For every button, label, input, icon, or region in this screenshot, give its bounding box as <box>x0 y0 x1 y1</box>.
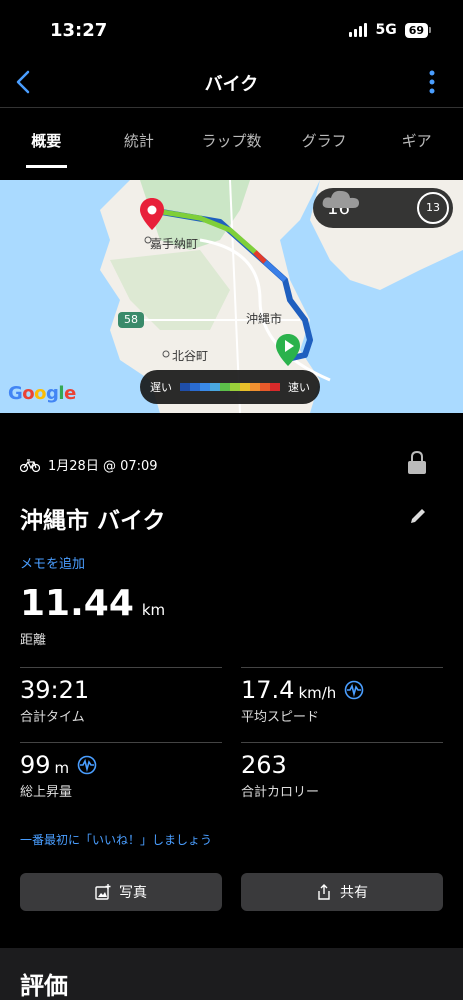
legend-fast-label: 速い <box>288 381 310 394</box>
legend-slow-label: 遅い <box>150 381 172 394</box>
network-type: 5G <box>375 22 397 38</box>
share-icon <box>318 884 330 900</box>
rating-title: 評価 <box>20 972 68 1000</box>
total-ascent-unit: m <box>54 759 70 777</box>
tab-graph[interactable]: グラフ <box>278 110 371 178</box>
weather-badge: 16° 13 <box>313 188 453 228</box>
end-marker-icon <box>140 198 164 230</box>
tab-overview[interactable]: 概要 <box>0 110 93 178</box>
total-time-value: 39:21 <box>20 676 90 704</box>
wind-speed: 13 <box>417 192 449 224</box>
calories-label: 合計カロリー <box>241 785 320 800</box>
status-bar: 13:27 5G 69 <box>0 0 463 60</box>
map-label-kadena: 嘉手納町 <box>150 237 199 251</box>
rating-section: 評価 <box>0 948 463 1000</box>
total-time-label: 合計タイム <box>20 710 85 725</box>
activity-summary: 1月28日 @ 07:09 沖縄市 バイク メモを追加 11.44 km 距離 … <box>0 413 463 948</box>
status-time: 13:27 <box>50 20 108 41</box>
distance-label: 距離 <box>20 633 47 648</box>
calories-value: 263 <box>241 751 287 779</box>
speed-chart-icon[interactable] <box>344 680 364 700</box>
tab-stats[interactable]: 統計 <box>93 110 186 178</box>
avg-speed-unit: km/h <box>298 684 337 702</box>
route-58-label: 58 <box>124 313 138 326</box>
stat-avg-speed: 17.4 km/h 平均スピード <box>241 667 443 725</box>
add-photo-icon <box>95 884 111 900</box>
route-map[interactable]: 嘉手納町 沖縄市 北谷町 58 16° 13 Google 遅い 速い <box>0 180 463 413</box>
tab-gear[interactable]: ギア <box>370 110 463 178</box>
google-logo: Google <box>8 383 76 404</box>
distance-value-row: 11.44 km <box>20 583 165 624</box>
map-label-okinawa: 沖縄市 <box>246 312 283 326</box>
status-indicators: 5G 69 <box>349 22 431 38</box>
tab-bar: 概要 統計 ラップ数 グラフ ギア <box>0 110 463 178</box>
page-title: バイク <box>204 74 259 95</box>
distance-value: 11.44 <box>20 583 134 624</box>
nav-bar: バイク <box>0 60 463 108</box>
bike-icon <box>20 458 40 472</box>
map-label-chatan: 北谷町 <box>172 349 209 363</box>
add-photo-label: 写真 <box>119 885 147 901</box>
start-marker-icon <box>276 334 300 366</box>
add-note-link[interactable]: メモを追加 <box>20 553 85 572</box>
total-ascent-label: 総上昇量 <box>20 785 73 800</box>
share-button[interactable]: 共有 <box>241 873 443 911</box>
speed-gradient <box>180 383 280 391</box>
stat-total-time: 39:21 合計タイム <box>20 667 222 725</box>
more-options-icon[interactable] <box>429 70 435 94</box>
battery-level: 69 <box>404 22 428 38</box>
add-photo-button[interactable]: 写真 <box>20 873 222 911</box>
like-prompt-link[interactable]: 一番最初に「いいね！」しましょう <box>20 831 212 848</box>
signal-icon <box>349 23 368 37</box>
cloud-icon <box>322 190 359 208</box>
lock-icon[interactable] <box>407 451 427 475</box>
activity-date: 1月28日 @ 07:09 <box>48 459 158 474</box>
avg-speed-value: 17.4 <box>241 676 295 704</box>
edit-icon[interactable] <box>409 507 427 525</box>
avg-speed-label: 平均スピード <box>241 710 320 725</box>
stat-total-calories: 263 合計カロリー <box>241 742 443 800</box>
distance-unit: km <box>141 601 166 619</box>
battery-icon: 69 <box>404 22 431 38</box>
share-label: 共有 <box>340 885 368 901</box>
activity-title: 沖縄市 バイク <box>20 508 166 534</box>
total-ascent-value: 99 <box>20 751 51 779</box>
tab-laps[interactable]: ラップ数 <box>185 110 278 178</box>
elevation-chart-icon[interactable] <box>77 755 97 775</box>
speed-legend: 遅い 速い <box>140 370 320 404</box>
activity-meta: 1月28日 @ 07:09 <box>20 455 158 474</box>
stat-total-ascent: 99 m 総上昇量 <box>20 742 222 800</box>
